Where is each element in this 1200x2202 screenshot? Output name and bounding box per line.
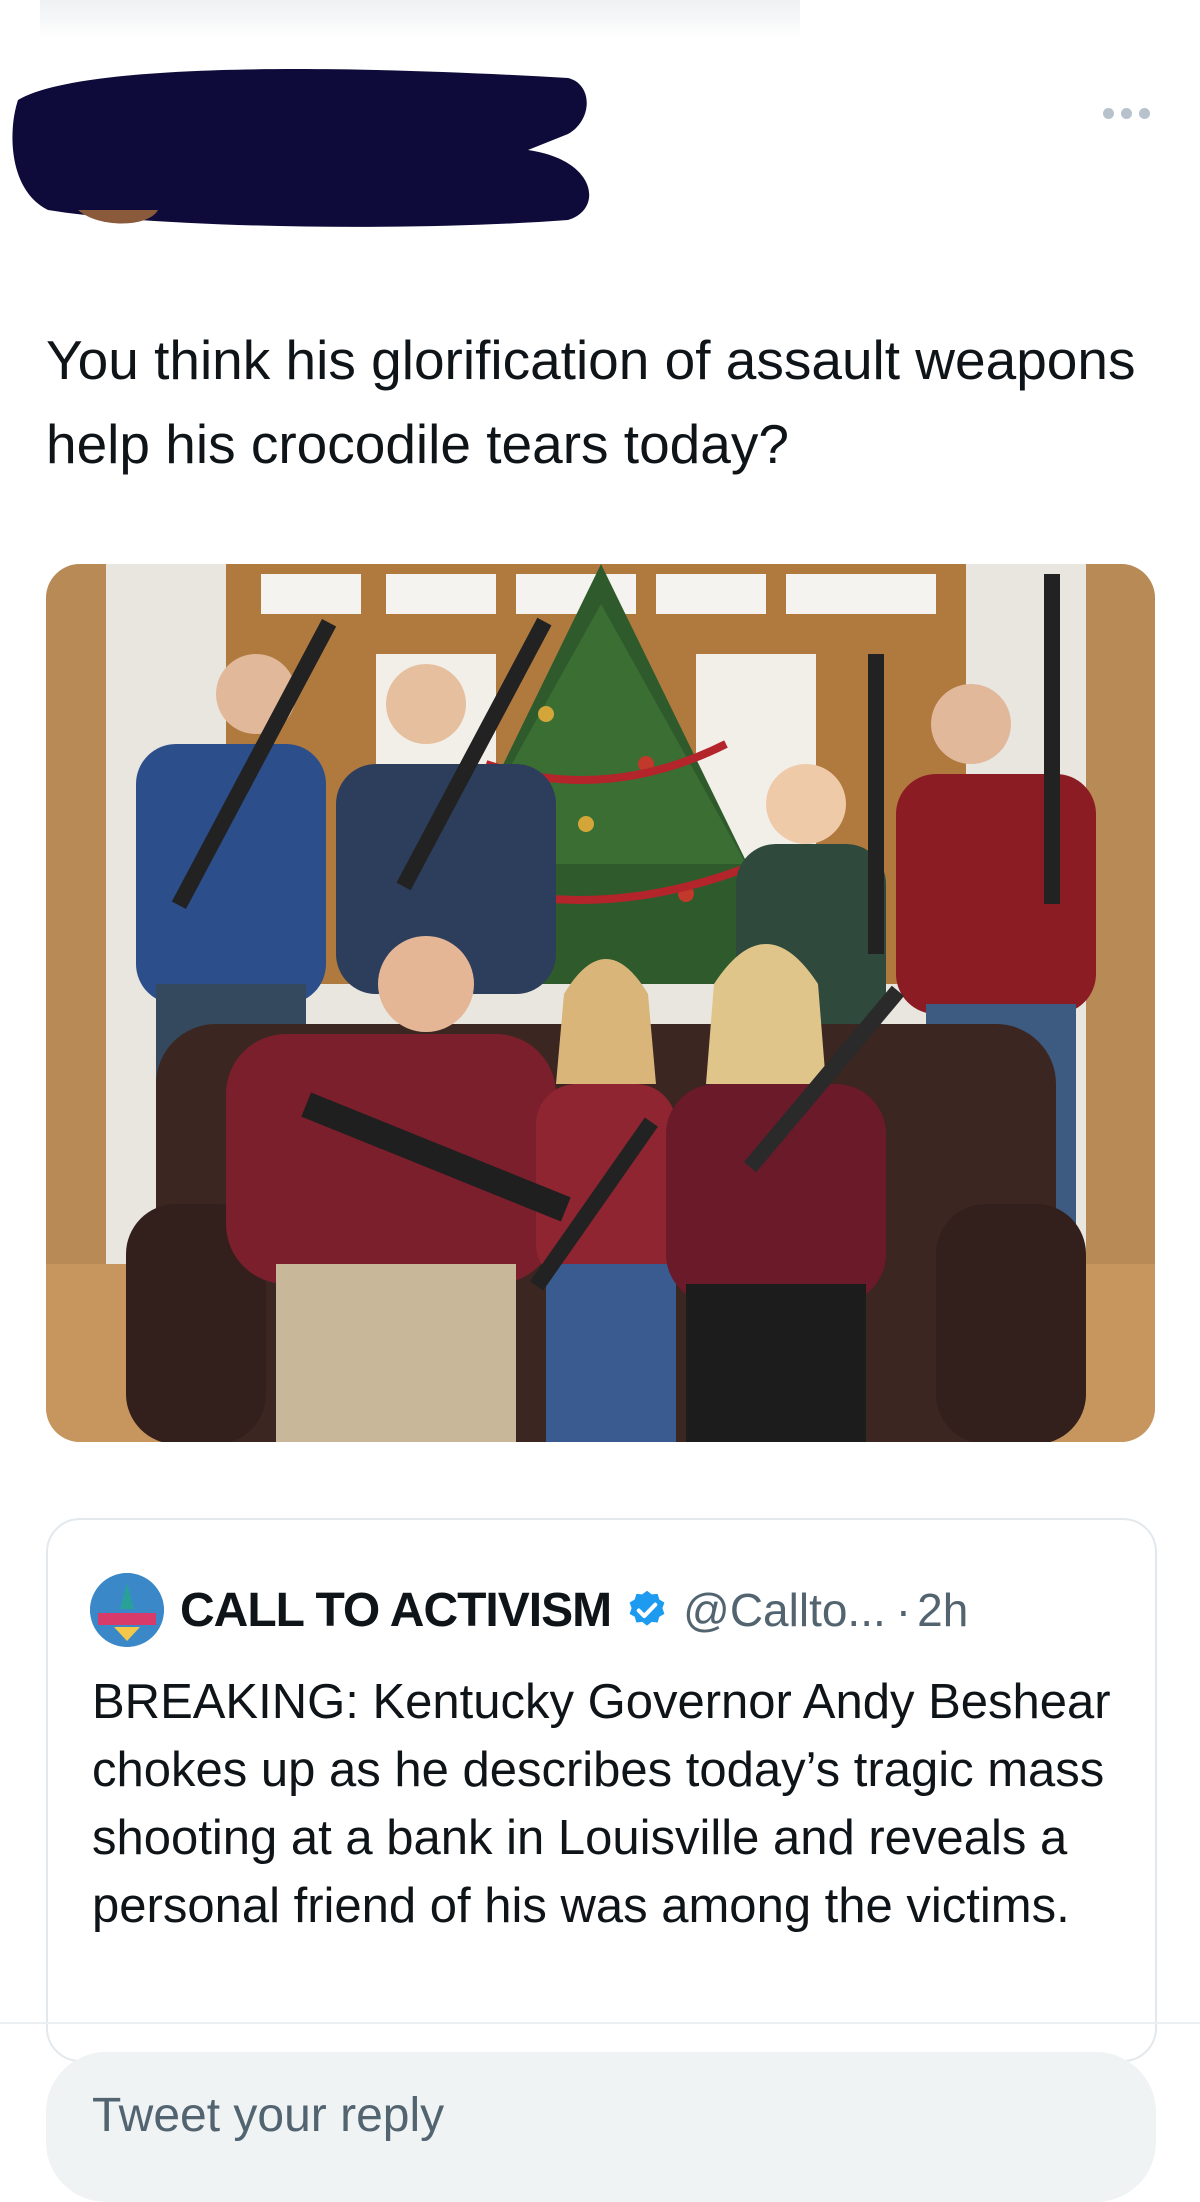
quoted-tweet-header: CALL TO ACTIVISM @Callto... · 2h xyxy=(90,1572,968,1648)
reply-input[interactable]: Tweet your reply xyxy=(46,2052,1156,2202)
separator-dot: · xyxy=(895,1584,912,1636)
quoted-tweet-text: BREAKING: Kentucky Governor Andy Beshear… xyxy=(92,1675,1111,1933)
redacted-author-header xyxy=(12,69,590,227)
quoted-tweet-card[interactable]: CALL TO ACTIVISM @Callto... · 2h BREAKIN… xyxy=(46,1518,1157,2062)
verified-badge-icon xyxy=(629,1590,665,1626)
top-fade xyxy=(40,0,800,40)
quoted-account-name[interactable]: CALL TO ACTIVISM xyxy=(180,1583,612,1638)
reply-placeholder: Tweet your reply xyxy=(92,2089,445,2142)
tweet-text: You think his glorification of assault w… xyxy=(46,329,1136,475)
divider xyxy=(0,2022,1200,2024)
quoted-tweet-time[interactable]: 2h xyxy=(917,1583,968,1637)
more-options-icon[interactable] xyxy=(1103,108,1150,119)
quoted-account-avatar[interactable] xyxy=(90,1573,164,1647)
tweet-photo[interactable] xyxy=(46,564,1155,1442)
quoted-account-handle[interactable]: @Callto... xyxy=(683,1583,886,1637)
